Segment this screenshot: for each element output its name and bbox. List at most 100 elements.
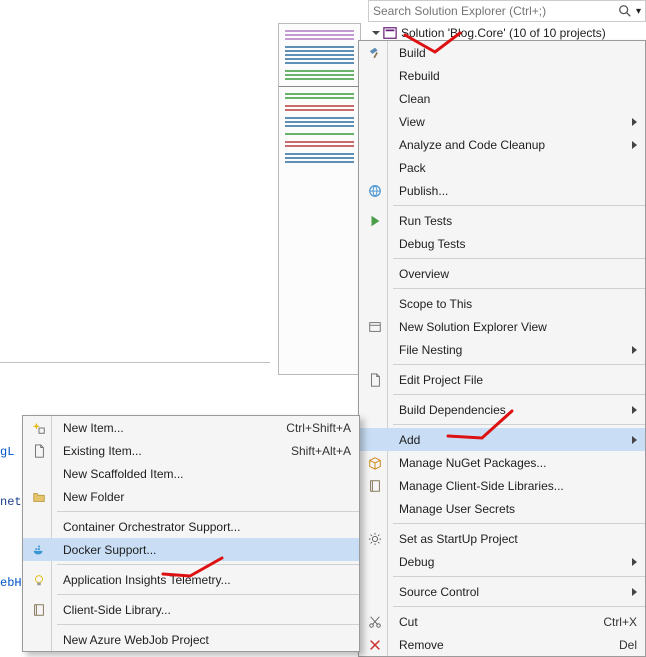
menu-item-label: Client-Side Library... (63, 603, 171, 617)
menu-item-label: Source Control (399, 585, 479, 599)
search-icon (618, 4, 632, 18)
submenu-arrow-icon (632, 588, 637, 596)
menu-item-publish[interactable]: Publish... (359, 179, 645, 202)
menu-item-filenesting[interactable]: File Nesting (359, 338, 645, 361)
menu-item-overview[interactable]: Overview (359, 262, 645, 285)
globe-icon (368, 184, 382, 198)
menu-separator (393, 576, 645, 577)
menu-item-orchestrator[interactable]: Container Orchestrator Support... (23, 515, 359, 538)
menu-item-label: Application Insights Telemetry... (63, 573, 231, 587)
menu-item-label: New Folder (63, 490, 124, 504)
submenu-arrow-icon (632, 558, 637, 566)
menu-separator (57, 624, 359, 625)
play-icon (368, 214, 382, 228)
submenu-arrow-icon (632, 141, 637, 149)
menu-separator (393, 288, 645, 289)
menu-separator (57, 511, 359, 512)
search-input[interactable] (373, 1, 618, 21)
menu-item-label: Scope to This (399, 297, 472, 311)
menu-item-clean[interactable]: Clean (359, 87, 645, 110)
x-icon (368, 638, 382, 652)
menu-item-cut[interactable]: Cut Ctrl+X (359, 610, 645, 633)
menu-separator (393, 364, 645, 365)
menu-item-label: Analyze and Code Cleanup (399, 138, 545, 152)
menu-separator (393, 424, 645, 425)
menu-separator (393, 394, 645, 395)
menu-separator (57, 594, 359, 595)
menu-item-view[interactable]: View (359, 110, 645, 133)
menu-item-editproj[interactable]: Edit Project File (359, 368, 645, 391)
menu-item-label: New Item... (63, 421, 124, 435)
solution-icon (383, 26, 397, 40)
code-fragment: gL (0, 445, 14, 459)
solution-explorer-panel: ▾ Solution 'Blog.Core' (10 of 10 project… (368, 0, 646, 44)
menu-item-clientlib2[interactable]: Client-Side Library... (23, 598, 359, 621)
solution-root-label: Solution 'Blog.Core' (10 of 10 projects) (401, 26, 606, 40)
menu-item-debug[interactable]: Debug (359, 550, 645, 573)
lamp-icon (32, 573, 46, 587)
submenu-arrow-icon (632, 436, 637, 444)
menu-item-rebuild[interactable]: Rebuild (359, 64, 645, 87)
menu-item-label: Docker Support... (63, 543, 156, 557)
menu-item-label: New Scaffolded Item... (63, 467, 184, 481)
menu-item-runtests[interactable]: Run Tests (359, 209, 645, 232)
menu-item-label: Publish... (399, 184, 448, 198)
menu-item-scaffold[interactable]: New Scaffolded Item... (23, 462, 359, 485)
menu-item-label: Edit Project File (399, 373, 483, 387)
expand-icon (372, 31, 380, 35)
menu-separator (393, 523, 645, 524)
menu-item-appinsights[interactable]: Application Insights Telemetry... (23, 568, 359, 591)
menu-item-label: File Nesting (399, 343, 462, 357)
menu-item-label: Container Orchestrator Support... (63, 520, 240, 534)
menu-item-debugtests[interactable]: Debug Tests (359, 232, 645, 255)
menu-separator (393, 258, 645, 259)
menu-shortcut: Del (619, 638, 637, 652)
menu-item-label: Manage Client-Side Libraries... (399, 479, 564, 493)
menu-item-label: Build (399, 46, 426, 60)
page-icon (32, 444, 46, 458)
menu-item-scope[interactable]: Scope to This (359, 292, 645, 315)
menu-item-label: Manage User Secrets (399, 502, 515, 516)
menu-item-label: New Solution Explorer View (399, 320, 547, 334)
solution-search[interactable]: ▾ (368, 0, 646, 22)
menu-item-label: Remove (399, 638, 444, 652)
menu-item-label: Debug (399, 555, 434, 569)
menu-item-newview[interactable]: New Solution Explorer View (359, 315, 645, 338)
menu-item-build[interactable]: Build (359, 41, 645, 64)
whale-icon (32, 543, 46, 557)
menu-item-srcctrl[interactable]: Source Control (359, 580, 645, 603)
submenu-arrow-icon (632, 406, 637, 414)
menu-item-folder[interactable]: New Folder (23, 485, 359, 508)
menu-item-label: Run Tests (399, 214, 452, 228)
menu-item-docker[interactable]: Docker Support... (23, 538, 359, 561)
menu-item-secrets[interactable]: Manage User Secrets (359, 497, 645, 520)
sparkle-icon (32, 421, 46, 435)
menu-item-label: Existing Item... (63, 444, 142, 458)
menu-item-label: Rebuild (399, 69, 440, 83)
page-icon (368, 373, 382, 387)
menu-item-label: Set as StartUp Project (399, 532, 518, 546)
cut-icon (368, 615, 382, 629)
code-minimap[interactable] (278, 23, 361, 375)
menu-separator (57, 564, 359, 565)
menu-item-pack[interactable]: Pack (359, 156, 645, 179)
menu-separator (393, 606, 645, 607)
menu-item-builddeps[interactable]: Build Dependencies (359, 398, 645, 421)
menu-item-startup[interactable]: Set as StartUp Project (359, 527, 645, 550)
dropdown-icon[interactable]: ▾ (636, 6, 641, 17)
menu-item-webjob[interactable]: New Azure WebJob Project (23, 628, 359, 651)
menu-item-add[interactable]: Add (359, 428, 645, 451)
menu-item-label: Manage NuGet Packages... (399, 456, 546, 470)
menu-item-existing[interactable]: Existing Item... Shift+Alt+A (23, 439, 359, 462)
menu-item-newitem[interactable]: New Item...Ctrl+Shift+A (23, 416, 359, 439)
menu-shortcut: Shift+Alt+A (291, 444, 351, 458)
menu-item-clientlib[interactable]: Manage Client-Side Libraries... (359, 474, 645, 497)
menu-item-label: Cut (399, 615, 418, 629)
panel-icon (368, 320, 382, 334)
menu-item-analyze[interactable]: Analyze and Code Cleanup (359, 133, 645, 156)
menu-item-remove[interactable]: Remove Del (359, 633, 645, 656)
menu-item-nuget[interactable]: Manage NuGet Packages... (359, 451, 645, 474)
menu-item-label: Pack (399, 161, 426, 175)
menu-shortcut: Ctrl+X (603, 615, 637, 629)
menu-item-label: Clean (399, 92, 430, 106)
